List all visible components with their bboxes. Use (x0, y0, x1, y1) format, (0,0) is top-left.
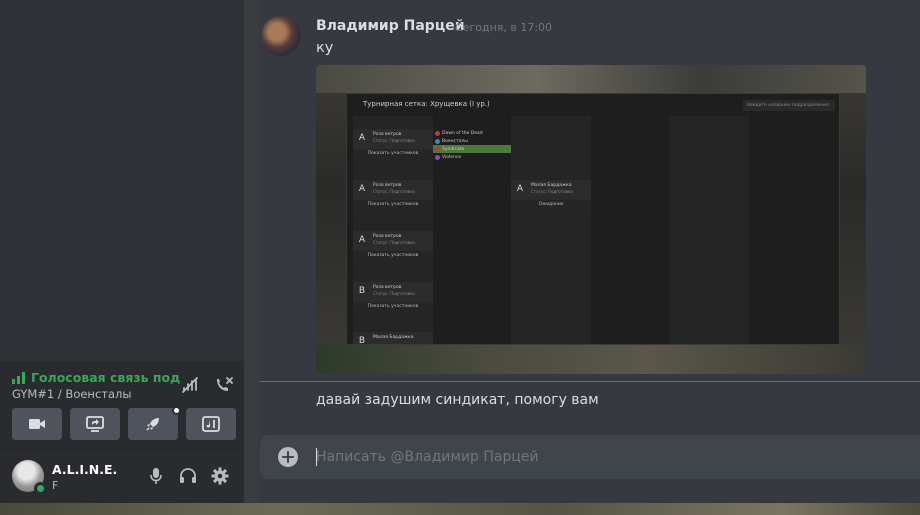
username: A.L.I.N.E. (52, 462, 118, 477)
opponent-item: Военсталы (433, 137, 511, 145)
screen-share-button[interactable] (70, 408, 120, 440)
background-strip (0, 503, 920, 515)
camera-icon (29, 419, 45, 429)
bracket-search: Введите название подразделения (743, 100, 835, 111)
rocket-icon (146, 418, 159, 431)
online-status-indicator (34, 482, 47, 495)
game-hud-bottom (316, 345, 866, 374)
bracket-column (669, 116, 749, 344)
team-card: B Малая Бардажка (353, 332, 433, 346)
video-button[interactable] (12, 408, 62, 440)
voice-connection-panel: Голосовая связь под GYM#1 / Военсталы (0, 361, 244, 450)
message-input[interactable] (316, 448, 896, 466)
opponent-item: Dawn of the Dead (433, 129, 511, 137)
chat-area: Владимир Парцей Сегодня, в 17:00 ку Турн… (259, 0, 920, 503)
voice-channel-name[interactable]: GYM#1 / Военсталы (12, 387, 131, 401)
signal-icon (12, 371, 25, 384)
voice-status[interactable]: Голосовая связь под (12, 370, 180, 385)
opponent-item-selected: Syndicate (433, 145, 511, 153)
activities-button[interactable] (128, 406, 181, 440)
tournament-bracket-window: Турнирная сетка: Хрущевка (I ур.) Введит… (346, 93, 840, 346)
headphones-icon[interactable] (178, 466, 198, 486)
soundboard-icon (202, 416, 220, 432)
team-card: B Роза ветров Статус: Подготовка Показат… (353, 282, 433, 312)
team-card: A Роза ветров Статус: Подготовка Показат… (353, 180, 433, 210)
team-card: A Роза ветров Статус: Подготовка Показат… (353, 231, 433, 261)
opponent-item: Violence (433, 153, 511, 161)
disconnect-icon[interactable] (214, 375, 234, 395)
user-panel: A.L.I.N.E. F (0, 450, 244, 503)
avatar[interactable] (12, 460, 47, 495)
message-text: ку (316, 40, 334, 56)
bracket-title: Турнирная сетка: Хрущевка (I ур.) (363, 100, 490, 108)
new-indicator (172, 406, 181, 415)
message-text: давай задушим синдикат, помогу вам (316, 392, 599, 408)
team-card: A Роза ветров Статус: Подготовка Показат… (353, 129, 433, 159)
microphone-icon[interactable] (146, 466, 166, 486)
message-timestamp: Сегодня, в 17:00 (455, 21, 553, 34)
message-author-avatar[interactable] (261, 16, 301, 56)
text-caret (316, 448, 317, 466)
voice-status-label: Голосовая связь под (31, 370, 181, 385)
message-composer (260, 435, 920, 479)
image-attachment[interactable]: Турнирная сетка: Хрущевка (I ур.) Введит… (316, 65, 866, 374)
game-hud-top (316, 65, 866, 93)
opponent-list: Dawn of the Dead Военсталы Syndicate Vio… (433, 129, 511, 161)
pane-separator (244, 0, 259, 503)
plus-icon (282, 451, 294, 463)
bracket-column (511, 116, 591, 344)
new-messages-divider (260, 381, 920, 382)
add-attachment-button[interactable] (278, 447, 298, 467)
sidebar: Голосовая связь под GYM#1 / Военсталы A.… (0, 0, 244, 503)
user-tag: F (52, 479, 59, 492)
message-author[interactable]: Владимир Парцей (316, 18, 465, 34)
screen-share-icon (86, 416, 104, 432)
team-card-round2: A Малая Бардажка Статус: Подготовка Ожид… (511, 180, 591, 210)
settings-gear-icon[interactable] (210, 466, 230, 486)
noise-suppression-icon[interactable] (180, 375, 200, 395)
soundboard-button[interactable] (186, 408, 236, 440)
